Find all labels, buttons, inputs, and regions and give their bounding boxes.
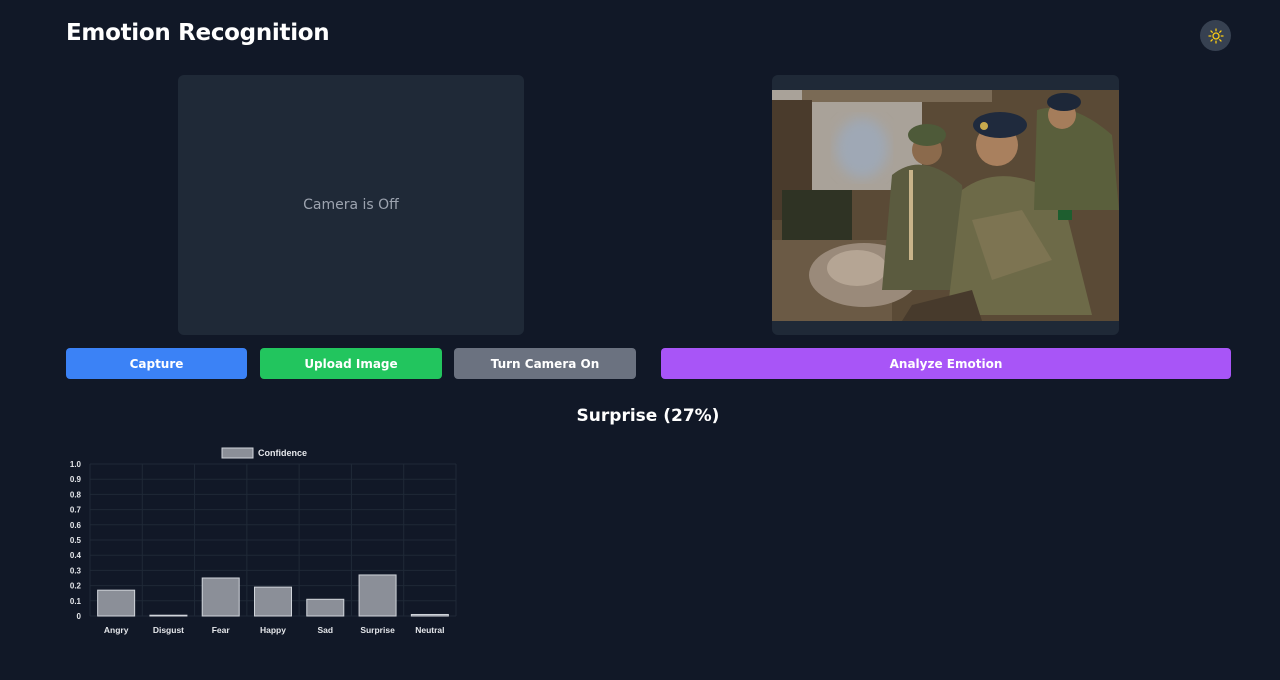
y-tick-label: 0.6 [70, 521, 82, 530]
turn-camera-on-button[interactable]: Turn Camera On [454, 348, 636, 379]
y-tick-label: 1.0 [70, 460, 82, 469]
y-tick-label: 0.1 [70, 597, 82, 606]
sun-icon [1207, 27, 1224, 44]
image-preview-panel [772, 75, 1119, 335]
bar-angry [97, 589, 136, 617]
x-tick-label: Disgust [153, 625, 184, 635]
bar-neutral [410, 613, 449, 617]
bar-fear [201, 577, 240, 617]
bar-disgust [149, 614, 188, 617]
x-tick-label: Sad [317, 625, 333, 635]
bar-surprise [358, 574, 397, 617]
y-tick-label: 0.8 [70, 490, 82, 499]
camera-status-text: Camera is Off [303, 197, 399, 213]
page-title: Emotion Recognition [66, 20, 330, 46]
camera-feed-panel: Camera is Off [178, 75, 524, 335]
analyze-emotion-button[interactable]: Analyze Emotion [661, 348, 1231, 379]
theme-toggle-button[interactable] [1200, 20, 1231, 51]
x-tick-label: Fear [212, 625, 231, 635]
legend-label: Confidence [258, 448, 307, 458]
capture-button[interactable]: Capture [66, 348, 247, 379]
y-tick-label: 0.4 [70, 551, 82, 560]
x-tick-label: Neutral [415, 625, 444, 635]
emotion-confidence-chart: Confidence 0 0.1 0.2 0.3 0.4 0.5 0.6 0.7 0.8 0.9 1… [70, 447, 457, 635]
upload-image-button[interactable]: Upload Image [260, 348, 442, 379]
x-tick-label: Happy [260, 625, 286, 635]
chart-legend: Confidence [221, 447, 307, 459]
y-tick-label: 0.3 [70, 566, 82, 575]
x-tick-label: Surprise [360, 625, 395, 635]
y-tick-label: 0 [77, 612, 82, 621]
y-tick-label: 0.2 [70, 582, 82, 591]
uploaded-image-preview [772, 90, 1119, 321]
y-tick-label: 0.7 [70, 506, 82, 515]
bar-happy [254, 586, 292, 617]
legend-swatch [221, 447, 254, 459]
bar-sad [306, 598, 345, 617]
x-tick-label: Angry [104, 625, 129, 635]
y-tick-label: 0.5 [70, 536, 82, 545]
emotion-result: Surprise (27%) [576, 406, 720, 426]
y-tick-label: 0.9 [70, 475, 82, 484]
